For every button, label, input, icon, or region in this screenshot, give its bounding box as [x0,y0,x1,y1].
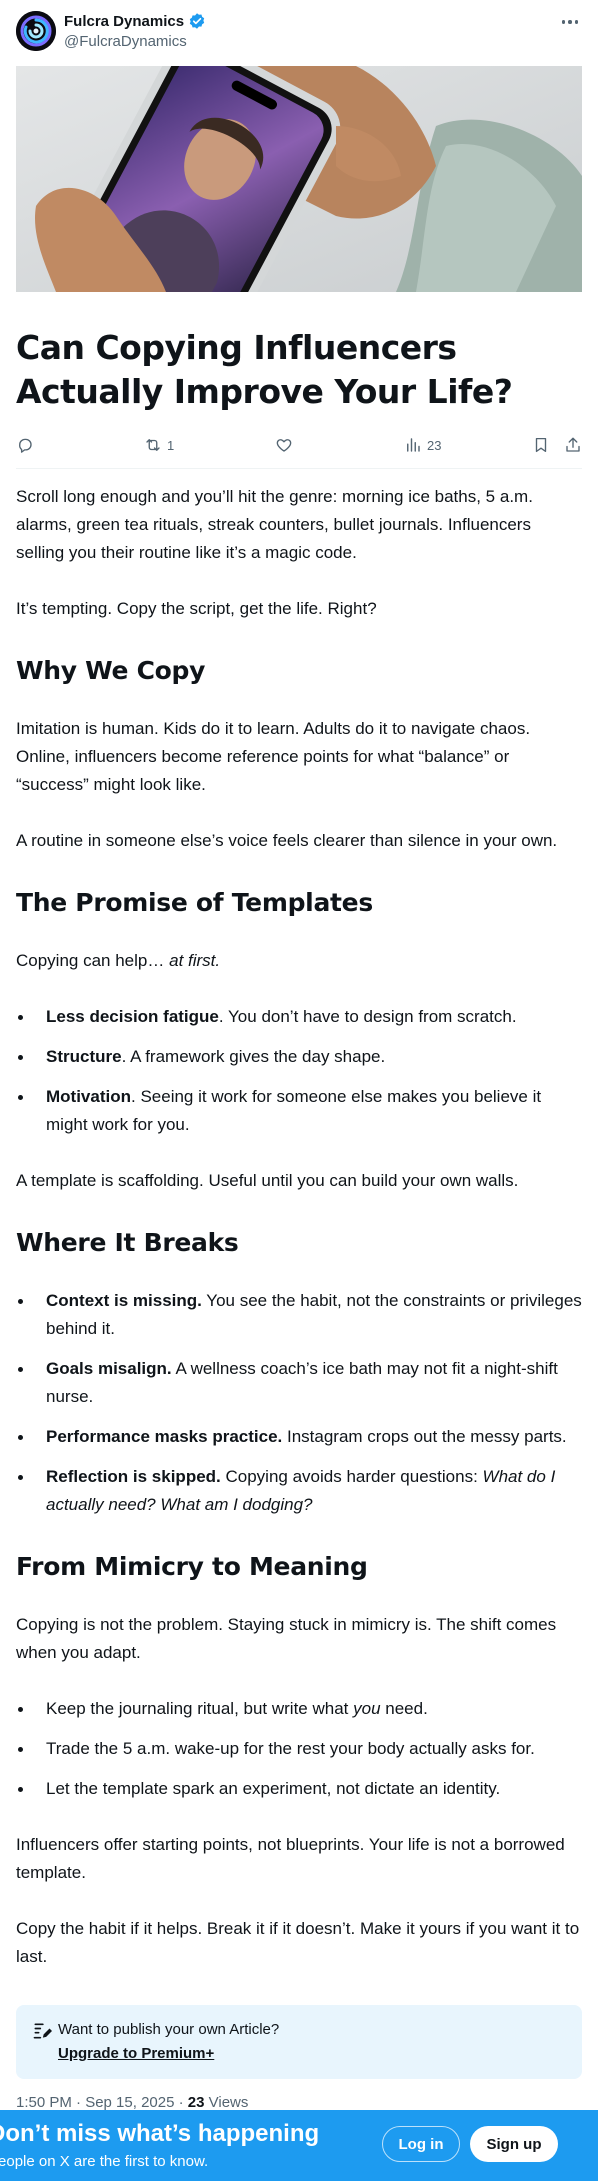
paragraph: Copying can help… at first. [16,951,221,970]
share-icon [566,437,580,452]
banner-title: Don’t miss what’s happening [0,2120,320,2147]
list-item: Context is missing. You see the habit, n… [16,1287,582,1343]
paragraph: It’s tempting. Copy the script, get the … [16,599,377,618]
upgrade-premium-link[interactable]: Upgrade to Premium+ [58,2045,214,2062]
list-item: Goals misalign. A wellness coach’s ice b… [16,1355,582,1411]
bullet-list: Context is missing. You see the habit, n… [16,1287,582,1519]
list-item: Reflection is skipped. Copying avoids ha… [16,1463,582,1519]
user-handle[interactable]: @FulcraDynamics [64,33,187,50]
reply-button[interactable] [16,436,39,454]
views-number: 23 [187,2094,205,2111]
reply-icon [19,438,32,453]
section-heading: Where It Breaks [16,1228,239,1257]
bullet-list: Less decision fatigue. You don’t have to… [16,1003,582,1139]
article-title: Can Copying Influencers Actually Improve… [16,328,513,411]
more-options-icon[interactable] [558,12,582,32]
action-bar: 1 23 [16,432,582,462]
divider [16,468,582,469]
heart-icon [276,439,292,452]
verified-badge-icon [189,13,205,29]
paragraph: Scroll long enough and you’ll hit the ge… [16,487,533,562]
list-item: Performance masks practice. Instagram cr… [16,1423,582,1451]
like-button[interactable] [275,436,298,454]
share-button[interactable] [564,436,582,454]
section-heading: The Promise of Templates [16,888,373,917]
post-meta: 1:50 PM · Sep 15, 2025 · 23 Views [16,2094,248,2111]
bookmark-icon [535,437,547,453]
signup-button[interactable]: Sign up [470,2126,558,2162]
article-body: Scroll long enough and you’ll hit the ge… [16,483,582,1971]
section-heading: Why We Copy [16,656,206,685]
list-item: Structure. A framework gives the day sha… [16,1043,582,1071]
signup-banner: Don’t miss what’s happening People on X … [0,2110,598,2181]
section-heading: From Mimicry to Meaning [16,1552,368,1581]
paragraph: Imitation is human. Kids do it to learn.… [16,719,531,794]
repost-count: 1 [167,437,175,453]
bookmark-button[interactable] [532,436,550,454]
repost-icon [146,439,160,451]
paragraph: A routine in someone else’s voice feels … [16,831,558,850]
views-chart-icon [407,438,420,452]
repost-button[interactable]: 1 [144,436,174,454]
views-count: 23 [427,437,442,453]
list-item: Keep the journaling ritual, but write wh… [16,1695,582,1723]
paragraph: Influencers offer starting points, not b… [16,1835,565,1882]
banner-subtitle: People on X are the first to know. [0,2153,209,2170]
premium-prompt: Want to publish your own Article? Upgrad… [16,2005,582,2079]
paragraph: A template is scaffolding. Useful until … [16,1171,519,1190]
bullet-list: Keep the journaling ritual, but write wh… [16,1695,582,1803]
display-name[interactable]: Fulcra Dynamics [64,13,184,30]
list-item: Let the template spark an experiment, no… [16,1775,582,1803]
spiral-logo-icon [16,11,56,51]
timestamp[interactable]: 1:50 PM · Sep 15, 2025 · [16,2094,188,2111]
login-button[interactable]: Log in [382,2126,460,2162]
views-button[interactable]: 23 [404,436,441,454]
post-header: Fulcra Dynamics @FulcraDynamics [16,10,582,54]
list-item: Less decision fatigue. You don’t have to… [16,1003,582,1031]
list-item: Trade the 5 a.m. wake-up for the rest yo… [16,1735,582,1763]
paragraph: Copy the habit if it helps. Break it if … [16,1919,580,1966]
views-label: Views [204,2094,249,2111]
list-item: Motivation. Seeing it work for someone e… [16,1083,582,1139]
premium-prompt-text: Want to publish your own Article? [58,2021,280,2038]
compose-article-icon [33,2023,52,2039]
avatar[interactable] [16,11,56,51]
paragraph: Copying is not the problem. Staying stuc… [16,1615,557,1662]
hero-image [16,66,582,292]
